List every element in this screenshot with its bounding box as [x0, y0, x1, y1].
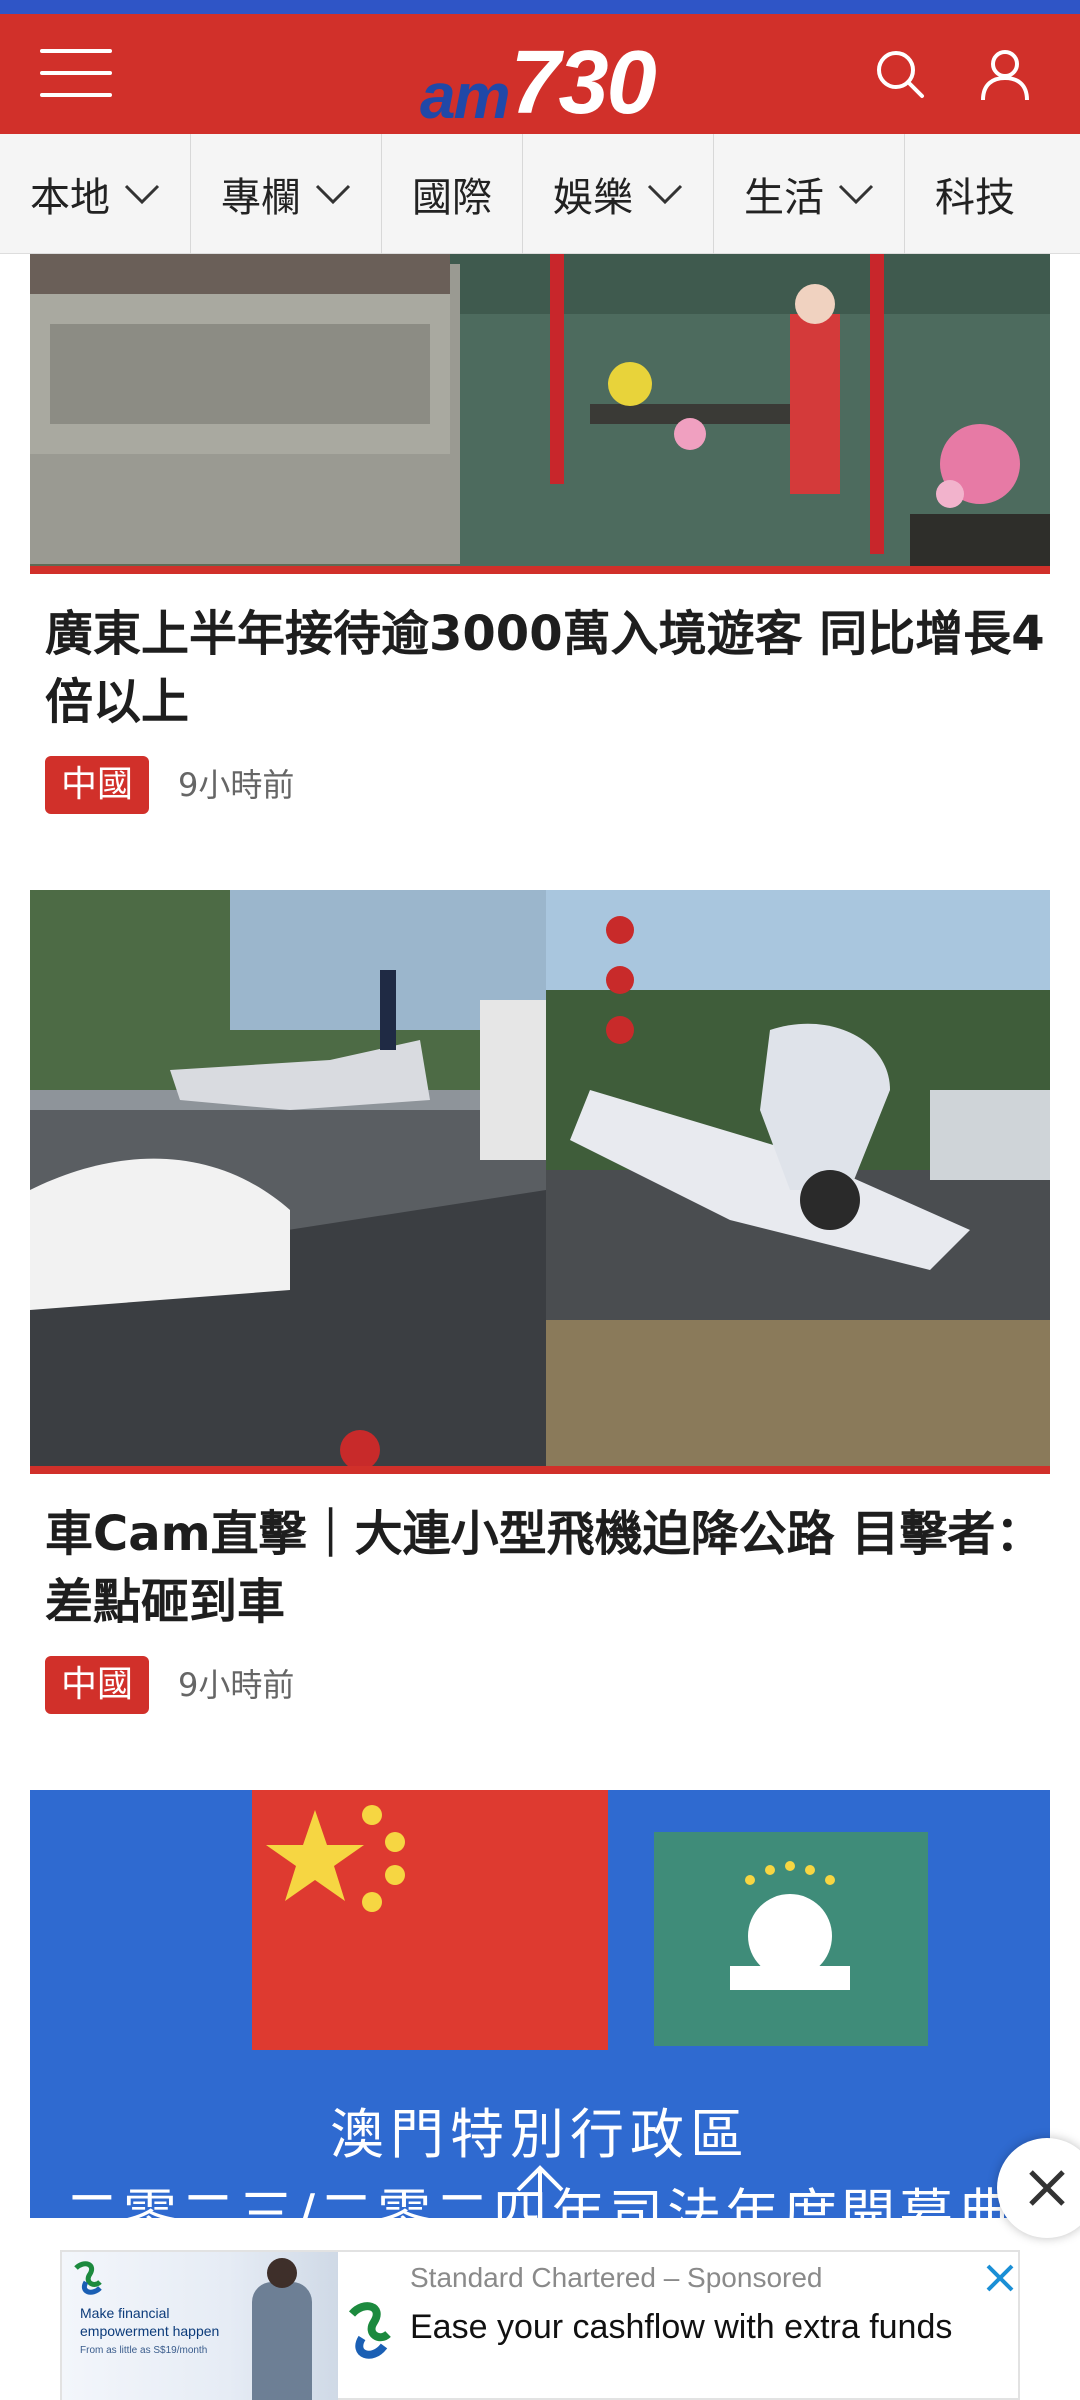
- site-header: am 730: [0, 14, 1080, 134]
- nav-item-tech[interactable]: 科技: [905, 134, 1045, 254]
- user-icon[interactable]: [975, 44, 1035, 104]
- nav-label: 專欄: [221, 174, 301, 221]
- nav-item-lifestyle[interactable]: 生活: [714, 133, 905, 254]
- category-nav: 本地 專欄 國際 娛樂 生活 科技: [0, 133, 1080, 254]
- close-icon[interactable]: [997, 2138, 1080, 2238]
- close-x-glyph: [1029, 2170, 1065, 2206]
- status-stripe: [0, 0, 1080, 14]
- ad-headline[interactable]: Ease your cashflow with extra funds: [410, 2306, 970, 2348]
- standard-chartered-logo-icon: [338, 2296, 398, 2366]
- nav-label: 科技: [935, 174, 1015, 221]
- chevron-down-icon: [315, 184, 351, 204]
- article-title[interactable]: 廣東上半年接待逾3000萬入境遊客 同比增長4倍以上: [45, 600, 1045, 736]
- ad-thumbnail: Make financial empowerment happen From a…: [62, 2252, 338, 2400]
- nav-label: 生活: [744, 174, 824, 221]
- article-timestamp: 9小時前: [178, 766, 295, 804]
- article-timestamp: 9小時前: [178, 1666, 295, 1704]
- category-tag[interactable]: 中國: [45, 756, 150, 814]
- article-image-plane[interactable]: [30, 890, 1050, 1474]
- category-tag[interactable]: 中國: [45, 1656, 150, 1714]
- ad-thumb-text: Make financial empowerment happen: [80, 2305, 220, 2339]
- image-caption-line1: 澳門特別行政區: [330, 2103, 750, 2166]
- nav-item-entertainment[interactable]: 娛樂: [523, 133, 714, 254]
- hamburger-menu-icon[interactable]: [40, 49, 112, 97]
- ad-sponsor-line: Standard Chartered – Sponsored: [410, 2262, 823, 2293]
- ad-person-head: [267, 2258, 297, 2288]
- chevron-down-icon: [124, 184, 160, 204]
- sc-logo-icon: [74, 2261, 102, 2295]
- nav-label: 國際: [412, 174, 492, 221]
- ad-person-figure: [252, 2282, 312, 2400]
- am730-logo[interactable]: am 730: [420, 28, 657, 128]
- sponsored-ad[interactable]: Make financial empowerment happen From a…: [60, 2250, 1020, 2400]
- chevron-down-icon: [838, 184, 874, 204]
- ad-close-icon[interactable]: [982, 2260, 1018, 2296]
- nav-label: 娛樂: [553, 174, 633, 221]
- chevron-down-icon: [647, 184, 683, 204]
- nav-item-columns[interactable]: 專欄: [191, 133, 382, 254]
- article-image-parade[interactable]: [30, 254, 1050, 574]
- nav-item-international[interactable]: 國際: [382, 133, 523, 254]
- article-title[interactable]: 車Cam直擊｜大連小型飛機迫降公路 目擊者：差點砸到車: [45, 1500, 1045, 1636]
- plane-landing-photo: [30, 890, 1050, 1466]
- nav-label: 本地: [30, 174, 110, 221]
- ad-thumb-small: From as little as S$19/month: [80, 2345, 208, 2356]
- search-icon[interactable]: [870, 44, 930, 104]
- nav-item-local[interactable]: 本地: [0, 133, 191, 254]
- boat-parade-photo: [30, 254, 1050, 566]
